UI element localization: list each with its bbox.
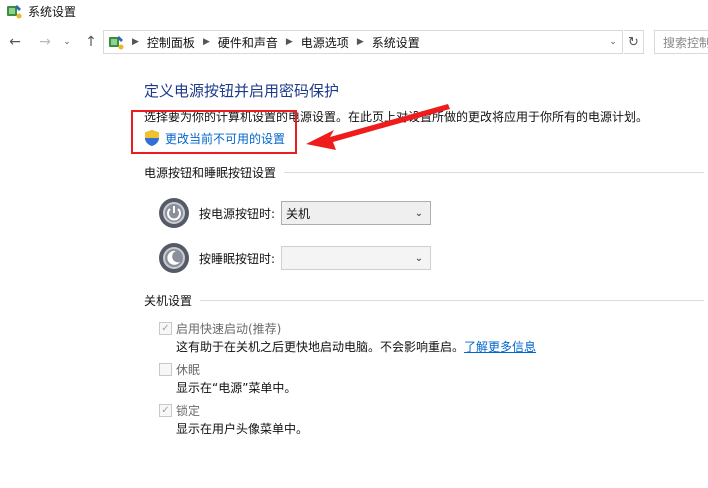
forward-arrow-icon[interactable]: → xyxy=(36,30,54,54)
section-shutdown: 关机设置 xyxy=(144,292,705,309)
up-arrow-icon[interactable]: ↑ xyxy=(82,30,100,54)
section-power-buttons: 电源按钮和睡眠按钮设置 xyxy=(144,164,705,181)
lock-checkbox[interactable]: ✓ xyxy=(159,404,172,417)
navigation-bar: ← → ⌄ ↑ ▶ 控制面板 ▶ 硬件和声音 ▶ 电源选项 ▶ 系统设置 ⌄ ↻… xyxy=(0,30,708,54)
breadcrumb-hardware-sound[interactable]: 硬件和声音 xyxy=(218,34,278,51)
control-panel-power-icon xyxy=(7,5,22,19)
fast-startup-description-text: 这有助于在关机之后更快地启动电脑。不会影响重启。 xyxy=(176,340,465,354)
hibernate-checkbox[interactable] xyxy=(159,363,172,376)
annotation-arrow xyxy=(306,104,450,150)
power-button-icon xyxy=(159,198,189,228)
learn-more-link[interactable]: 了解更多信息 xyxy=(464,340,536,354)
sleep-button-select[interactable]: ⌄ xyxy=(281,246,431,270)
lock-label: 锁定 xyxy=(176,404,201,418)
sleep-button-row: 按睡眠按钮时: ⌄ xyxy=(158,242,431,274)
hibernate-option: 休眠 xyxy=(159,361,200,378)
control-panel-icon xyxy=(109,36,124,50)
lock-description: 显示在用户头像菜单中。 xyxy=(176,422,309,436)
hibernate-label: 休眠 xyxy=(176,363,201,377)
divider xyxy=(284,172,705,173)
section-heading: 电源按钮和睡眠按钮设置 xyxy=(144,166,277,180)
search-input[interactable]: 搜索控制面板 xyxy=(654,30,708,54)
annotation-highlight-box xyxy=(131,110,297,154)
address-bar[interactable]: ▶ 控制面板 ▶ 硬件和声音 ▶ 电源选项 ▶ 系统设置 ⌄ xyxy=(103,30,623,54)
refresh-icon[interactable]: ↻ xyxy=(624,30,644,54)
power-button-label: 按电源按钮时: xyxy=(199,206,276,221)
fast-startup-checkbox[interactable]: ✓ xyxy=(159,322,172,335)
lock-option: ✓ 锁定 xyxy=(159,402,200,419)
fast-startup-description: 这有助于在关机之后更快地启动电脑。不会影响重启。了解更多信息 xyxy=(176,338,536,355)
power-button-select[interactable]: 关机 ⌄ xyxy=(281,201,431,225)
chevron-down-icon: ⌄ xyxy=(414,207,424,219)
window-title: 系统设置 xyxy=(28,4,77,19)
back-arrow-icon[interactable]: ← xyxy=(6,30,24,54)
chevron-down-icon[interactable]: ⌄ xyxy=(60,30,74,54)
chevron-right-icon[interactable]: ▶ xyxy=(203,37,210,47)
chevron-right-icon: ▶ xyxy=(132,37,139,47)
breadcrumb-control-panel[interactable]: 控制面板 xyxy=(147,34,195,51)
page-title: 定义电源按钮并启用密码保护 xyxy=(144,82,340,100)
address-dropdown-icon[interactable]: ⌄ xyxy=(606,35,620,49)
power-button-row: 按电源按钮时: 关机 ⌄ xyxy=(158,197,431,229)
chevron-down-icon: ⌄ xyxy=(414,252,424,264)
title-bar: 系统设置 xyxy=(0,0,708,22)
sleep-button-label: 按睡眠按钮时: xyxy=(199,251,276,266)
chevron-right-icon[interactable]: ▶ xyxy=(286,37,293,47)
fast-startup-option: ✓ 启用快速启动(推荐) xyxy=(159,320,281,337)
breadcrumb-power-options[interactable]: 电源选项 xyxy=(301,34,349,51)
fast-startup-label: 启用快速启动(推荐) xyxy=(176,322,282,336)
section-heading: 关机设置 xyxy=(144,294,193,308)
hibernate-description: 显示在“电源”菜单中。 xyxy=(176,381,297,395)
divider xyxy=(200,300,705,301)
breadcrumb-system-settings[interactable]: 系统设置 xyxy=(372,34,420,51)
power-button-value: 关机 xyxy=(286,206,311,221)
chevron-right-icon[interactable]: ▶ xyxy=(357,37,364,47)
sleep-button-icon xyxy=(159,243,189,273)
